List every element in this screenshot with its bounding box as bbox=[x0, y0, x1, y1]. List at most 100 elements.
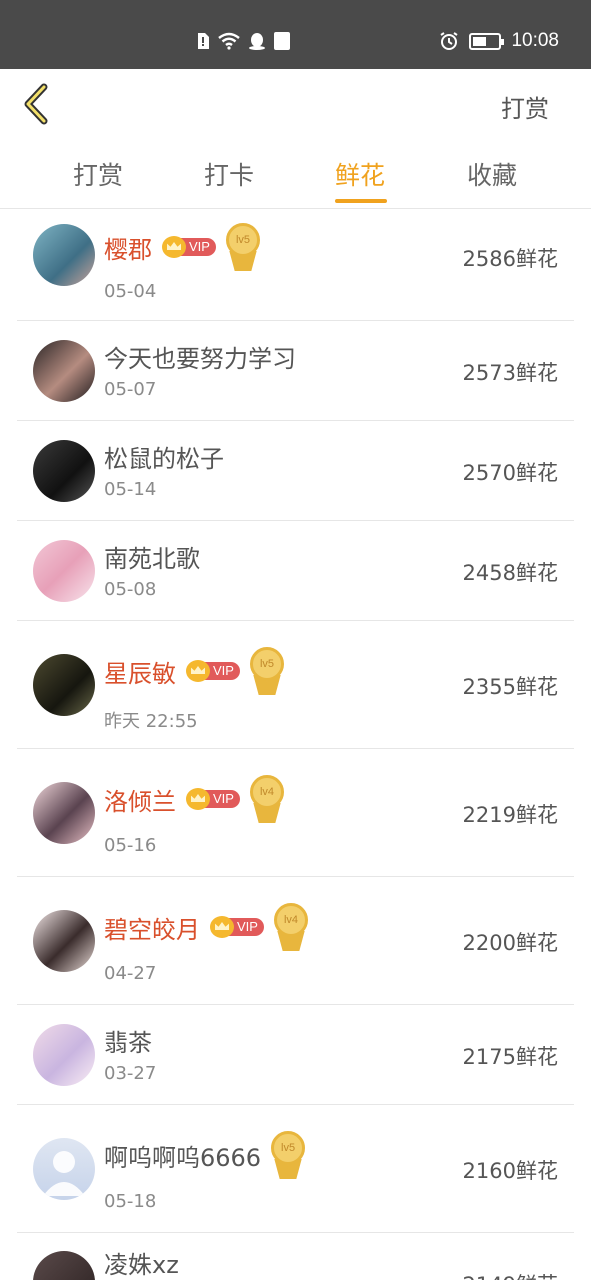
user-name[interactable]: 南苑北歌 bbox=[104, 539, 200, 574]
status-right: 10:08 bbox=[439, 30, 559, 52]
user-name[interactable]: 星辰敏 bbox=[104, 654, 176, 689]
name-line: 松鼠的松子 bbox=[104, 439, 224, 473]
user-name[interactable]: 啊呜啊呜6666 bbox=[104, 1138, 261, 1173]
flower-count: 2570鲜花 bbox=[462, 461, 558, 485]
date-label: 05-18 bbox=[104, 1191, 157, 1212]
name-line: 樱郡 VIP lv5 bbox=[104, 223, 260, 271]
name-line: 南苑北歌 bbox=[104, 539, 200, 573]
name-line: 啊呜啊呜6666 lv5 bbox=[104, 1131, 306, 1179]
list-item[interactable]: 翡茶 03-27 2175鲜花 bbox=[17, 1005, 574, 1105]
flower-count: 2573鲜花 bbox=[462, 361, 558, 385]
title-bar: 打赏 bbox=[0, 69, 591, 139]
level-medal-icon: lv5 bbox=[271, 1131, 306, 1179]
avatar[interactable] bbox=[33, 224, 95, 286]
tab-bar: 打赏 打卡 鲜花 收藏 bbox=[0, 139, 591, 209]
alarm-icon bbox=[440, 32, 459, 50]
avatar[interactable] bbox=[33, 654, 95, 716]
list-item[interactable]: 松鼠的松子 05-14 2570鲜花 bbox=[17, 421, 574, 521]
user-name[interactable]: 今天也要努力学习 bbox=[104, 339, 296, 374]
tab-reward[interactable]: 打赏 bbox=[73, 156, 123, 192]
level-medal-icon: lv4 bbox=[249, 775, 284, 823]
list-item[interactable]: 星辰敏 VIP lv5 昨天 22:55 2355鲜花 bbox=[17, 621, 574, 749]
message-icon bbox=[274, 32, 290, 50]
flower-count: 2458鲜花 bbox=[462, 561, 558, 585]
user-name[interactable]: 翡茶 bbox=[104, 1023, 152, 1058]
vip-badge: VIP bbox=[210, 916, 264, 938]
level-label: lv5 bbox=[225, 223, 260, 257]
sim-alert-icon bbox=[198, 33, 209, 49]
avatar[interactable] bbox=[33, 1138, 95, 1200]
flower-count: 2355鲜花 bbox=[462, 675, 558, 699]
date-label: 昨天 22:55 bbox=[104, 711, 198, 732]
ranking-list: 樱郡 VIP lv5 05-04 2586鲜花今天也要努力学习 05-07 2573鲜花松鼠… bbox=[0, 209, 591, 1280]
date-label: 05-14 bbox=[104, 479, 157, 500]
tab-flowers[interactable]: 鲜花 bbox=[335, 156, 385, 192]
list-item[interactable]: 今天也要努力学习 05-07 2573鲜花 bbox=[17, 321, 574, 421]
avatar[interactable] bbox=[33, 540, 95, 602]
user-name[interactable]: 松鼠的松子 bbox=[104, 439, 224, 474]
qq-icon bbox=[249, 33, 265, 50]
list-item[interactable]: 樱郡 VIP lv5 05-04 2586鲜花 bbox=[17, 209, 574, 321]
level-label: lv5 bbox=[271, 1131, 306, 1165]
flower-count: 2149鲜花 bbox=[463, 1269, 558, 1280]
list-item[interactable]: 碧空皎月 VIP lv4 04-27 2200鲜花 bbox=[17, 877, 574, 1005]
avatar[interactable] bbox=[33, 1024, 95, 1086]
date-label: 05-16 bbox=[104, 835, 157, 856]
list-item[interactable]: 啊呜啊呜6666 lv5 05-18 2160鲜花 bbox=[17, 1105, 574, 1233]
avatar[interactable] bbox=[33, 910, 95, 972]
crown-icon bbox=[162, 236, 186, 258]
tab-checkin[interactable]: 打卡 bbox=[204, 156, 254, 192]
vip-badge: VIP bbox=[186, 660, 240, 682]
list-item[interactable]: 南苑北歌 05-08 2458鲜花 bbox=[17, 521, 574, 621]
status-bar: 10:08 bbox=[0, 0, 591, 69]
crown-icon bbox=[186, 660, 210, 682]
level-medal-icon: lv5 bbox=[249, 647, 284, 695]
avatar[interactable] bbox=[33, 340, 95, 402]
back-button[interactable] bbox=[18, 81, 62, 127]
name-line: 今天也要努力学习 bbox=[104, 339, 296, 373]
flower-count: 2200鲜花 bbox=[462, 931, 558, 955]
vip-badge: VIP bbox=[186, 788, 240, 810]
crown-icon bbox=[186, 788, 210, 810]
list-item[interactable]: 洛倾兰 VIP lv4 05-16 2219鲜花 bbox=[17, 749, 574, 877]
user-name[interactable]: 洛倾兰 bbox=[104, 782, 176, 817]
name-line: 凌姝xz bbox=[104, 1245, 179, 1279]
level-label: lv4 bbox=[249, 775, 284, 809]
date-label: 04-27 bbox=[104, 963, 157, 984]
status-icons bbox=[196, 32, 290, 50]
level-label: lv5 bbox=[249, 647, 284, 681]
battery-fill bbox=[473, 36, 487, 46]
name-line: 翡茶 bbox=[104, 1023, 152, 1057]
flower-count: 2175鲜花 bbox=[462, 1045, 558, 1069]
tab-favorites[interactable]: 收藏 bbox=[467, 156, 517, 192]
flower-count: 2586鲜花 bbox=[462, 247, 558, 271]
active-tab-indicator bbox=[335, 199, 387, 203]
flower-count: 2160鲜花 bbox=[462, 1159, 558, 1183]
crown-icon bbox=[210, 916, 234, 938]
date-label: 05-04 bbox=[104, 281, 157, 302]
flower-count: 2219鲜花 bbox=[462, 803, 558, 827]
avatar[interactable] bbox=[33, 1251, 95, 1280]
level-medal-icon: lv4 bbox=[273, 903, 308, 951]
name-line: 碧空皎月 VIP lv4 bbox=[104, 903, 308, 951]
default-avatar-icon bbox=[43, 1151, 85, 1196]
level-medal-icon: lv5 bbox=[225, 223, 260, 271]
user-name[interactable]: 凌姝xz bbox=[104, 1245, 179, 1280]
date-label: 03-27 bbox=[104, 1063, 157, 1084]
battery-icon bbox=[469, 32, 505, 50]
user-name[interactable]: 樱郡 bbox=[104, 230, 152, 265]
name-line: 星辰敏 VIP lv5 bbox=[104, 647, 284, 695]
date-label: 05-08 bbox=[104, 579, 157, 600]
avatar[interactable] bbox=[33, 440, 95, 502]
avatar[interactable] bbox=[33, 782, 95, 844]
date-label: 05-07 bbox=[104, 379, 157, 400]
vip-badge: VIP bbox=[162, 236, 216, 258]
reward-button[interactable]: 打赏 bbox=[501, 89, 549, 124]
name-line: 洛倾兰 VIP lv4 bbox=[104, 775, 284, 823]
level-label: lv4 bbox=[273, 903, 308, 937]
wifi-icon bbox=[218, 32, 240, 50]
list-item[interactable]: 凌姝xz 2149鲜花 bbox=[17, 1233, 574, 1280]
chevron-left-icon bbox=[24, 83, 48, 125]
user-name[interactable]: 碧空皎月 bbox=[104, 910, 200, 945]
clock: 10:08 bbox=[511, 30, 559, 51]
